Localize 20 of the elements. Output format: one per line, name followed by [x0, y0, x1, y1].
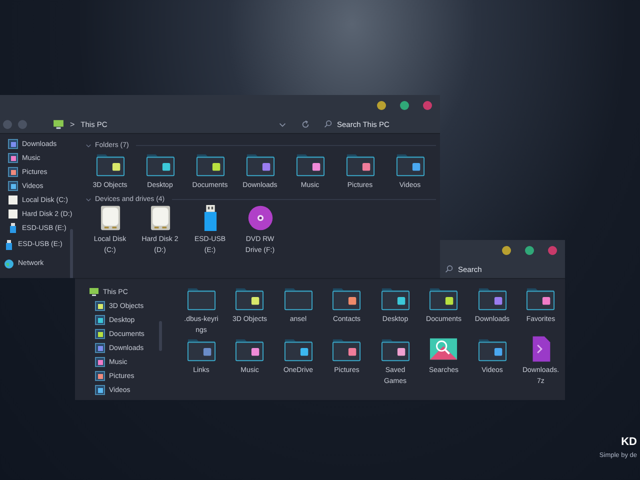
search-icon [324, 120, 332, 128]
close-button[interactable] [548, 246, 557, 254]
chevron-down-icon[interactable] [85, 142, 92, 148]
desktop-title: KD [621, 436, 637, 448]
computer-icon [89, 287, 99, 297]
usb-drive-icon [8, 223, 18, 233]
maximize-button[interactable] [525, 246, 534, 254]
globe-icon [4, 258, 14, 268]
disc-icon [246, 205, 274, 231]
computer-icon [53, 118, 64, 130]
breadcrumb-separator: > [70, 120, 75, 128]
minimize-button[interactable] [377, 100, 386, 110]
chevron-down-icon[interactable] [85, 196, 92, 202]
refresh-icon[interactable] [301, 120, 310, 128]
search-folder-icon [429, 336, 458, 362]
close-button[interactable] [423, 100, 432, 110]
usb-drive-icon [4, 240, 14, 250]
search-icon [445, 265, 453, 273]
minimize-button[interactable] [502, 246, 511, 254]
maximize-button[interactable] [400, 100, 409, 110]
